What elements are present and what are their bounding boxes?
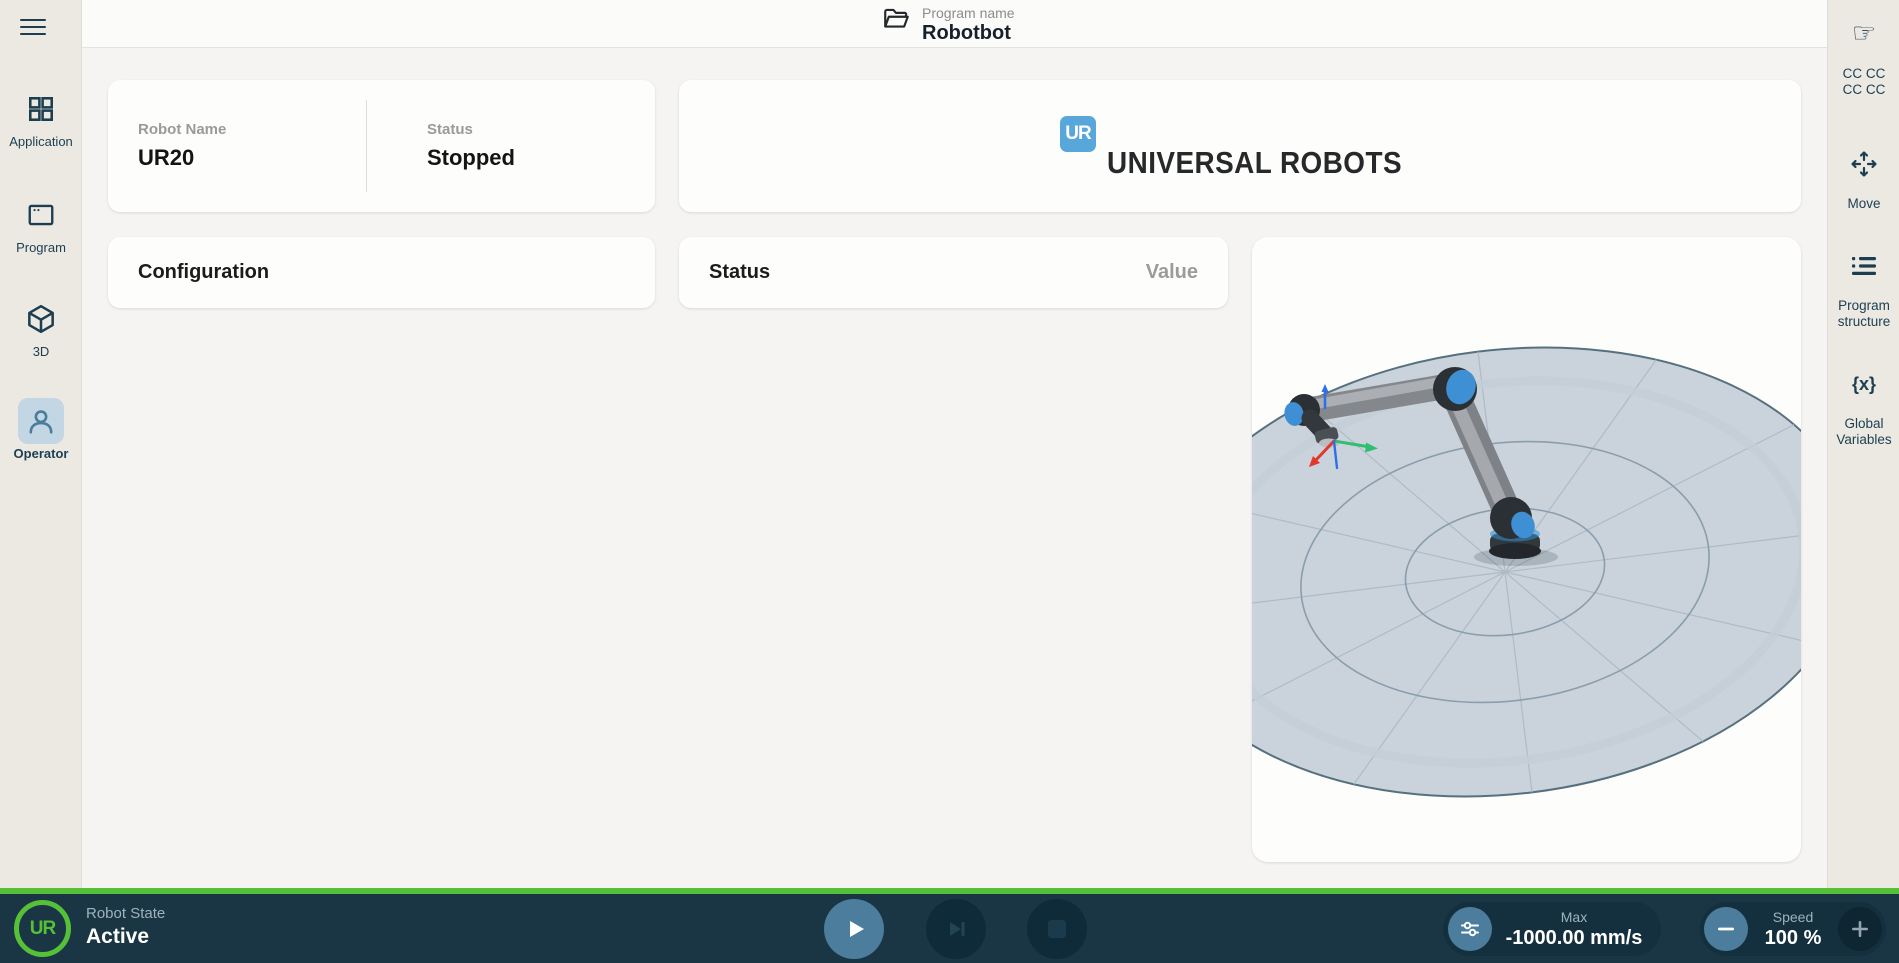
configuration-title: Configuration: [138, 261, 269, 284]
robot-state-label: Robot State: [86, 905, 165, 922]
robot-status-value: Stopped: [427, 145, 655, 171]
ur-badge: UR: [14, 900, 71, 957]
move-arrows-icon: [1828, 146, 1899, 182]
divider: [366, 100, 367, 192]
3d-cube-icon: [0, 296, 82, 342]
ur-logo-wordmark: UNIVERSAL ROBOTS: [1107, 145, 1402, 181]
status-card: Status Value: [679, 237, 1228, 308]
play-button[interactable]: [824, 899, 884, 959]
max-speed-pill: Max -1000.00 mm/s: [1443, 902, 1661, 956]
program-name-value: Robotbot: [922, 21, 1015, 45]
right-item-move[interactable]: Move: [1828, 146, 1899, 212]
play-icon: [841, 916, 867, 942]
speed-increase-button[interactable]: [1838, 907, 1882, 951]
folder-open-icon: [882, 5, 910, 33]
right-item-label-line: Variables: [1828, 432, 1899, 448]
sidebar-item-operator[interactable]: Operator: [0, 398, 82, 461]
robot-state-value: Active: [86, 925, 165, 949]
right-item-label-line: CC CC: [1828, 82, 1899, 98]
status-value-header: Value: [1146, 261, 1198, 284]
right-item-label-line: CC CC: [1828, 66, 1899, 82]
robot-name-label: Robot Name: [138, 121, 366, 138]
hamburger-menu-button[interactable]: [20, 12, 60, 42]
main-content: Robot Name UR20 Status Stopped UR UNIVER…: [82, 48, 1827, 888]
sidebar-item-3d[interactable]: 3D: [0, 296, 82, 359]
stop-icon: [1045, 917, 1069, 941]
operator-person-icon: [26, 406, 56, 436]
robot-3d-scene: [1252, 237, 1801, 862]
step-forward-icon: [942, 915, 970, 943]
footer-bar: UR Robot State Active: [0, 894, 1899, 963]
status-title: Status: [709, 261, 770, 284]
plus-icon: [1848, 917, 1872, 941]
brand-card: UR UNIVERSAL ROBOTS: [679, 80, 1801, 212]
program-name-label: Program name: [922, 5, 1015, 21]
sidebar-item-label: Program: [0, 240, 82, 255]
active-item-highlight: [18, 398, 64, 444]
floor-grid: [1252, 309, 1801, 835]
sidebar-item-program[interactable]: Program: [0, 192, 82, 255]
app-root: Application Program 3D: [0, 0, 1899, 963]
speed-pill: Speed 100 %: [1700, 902, 1886, 956]
left-sidebar: Application Program 3D: [0, 0, 82, 888]
universal-robots-logo: UR UNIVERSAL ROBOTS: [1060, 116, 1435, 181]
speed-settings-button[interactable]: [1448, 907, 1492, 951]
speed-decrease-button[interactable]: [1704, 907, 1748, 951]
robot-name-value: UR20: [138, 145, 366, 171]
max-label: Max: [1501, 909, 1647, 925]
robot-info-card: Robot Name UR20 Status Stopped: [108, 80, 655, 212]
robot-status-label: Status: [427, 121, 655, 138]
sidebar-item-label: 3D: [0, 344, 82, 359]
program-window-icon: [0, 192, 82, 238]
right-sidebar: ☞ CC CC CC CC Move: [1827, 0, 1899, 888]
sliders-icon: [1458, 917, 1482, 941]
right-item-freedrive[interactable]: ☞ CC CC CC CC: [1828, 16, 1899, 98]
application-grid-icon: [0, 86, 82, 132]
global-variables-icon: {x}: [1828, 366, 1899, 402]
freedrive-hand-icon: ☞: [1828, 16, 1899, 52]
speed-label: Speed: [1750, 909, 1836, 925]
configuration-card: Configuration: [108, 237, 655, 308]
stop-button[interactable]: [1027, 899, 1087, 959]
ur-logo-mark: UR: [1060, 116, 1096, 152]
right-item-program-structure[interactable]: Program structure: [1828, 248, 1899, 330]
robot-3d-viewport[interactable]: [1252, 237, 1801, 862]
minus-icon: [1715, 918, 1737, 940]
right-item-label-line: Program: [1828, 298, 1899, 314]
sidebar-item-label: Application: [0, 134, 82, 149]
max-value: -1000.00 mm/s: [1501, 927, 1647, 950]
sidebar-item-application[interactable]: Application: [0, 86, 82, 149]
right-item-label-line: structure: [1828, 314, 1899, 330]
sidebar-item-label: Operator: [0, 446, 82, 461]
ur-badge-mark: UR: [30, 918, 55, 940]
right-item-global-variables[interactable]: {x} Global Variables: [1828, 366, 1899, 448]
right-item-label-line: Global: [1828, 416, 1899, 432]
speed-value: 100 %: [1750, 927, 1836, 950]
header: Program name Robotbot: [82, 0, 1827, 48]
right-item-label-line: Move: [1828, 196, 1899, 212]
program-structure-icon: [1828, 248, 1899, 284]
program-name-button[interactable]: Program name Robotbot: [882, 5, 1015, 45]
step-forward-button[interactable]: [926, 899, 986, 959]
